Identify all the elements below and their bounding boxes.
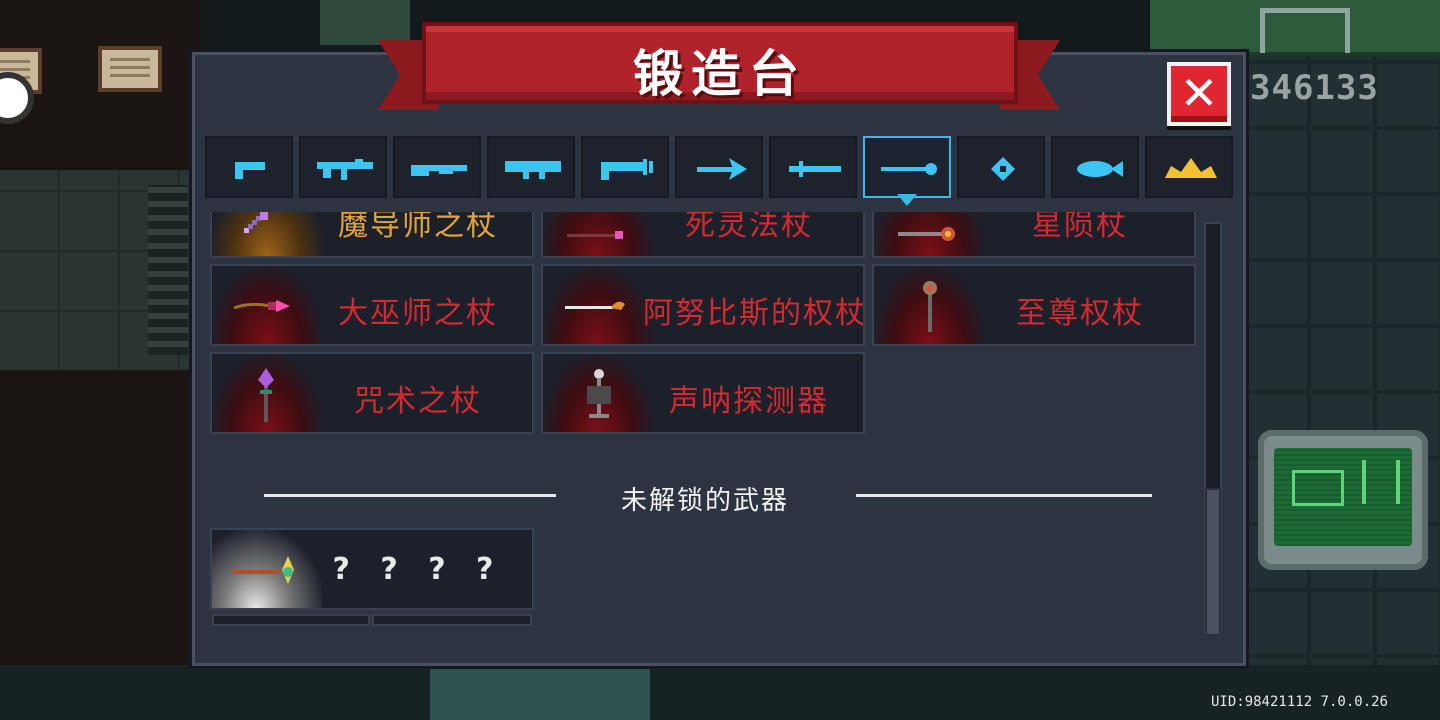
scrollbar-thumb[interactable] (1205, 488, 1221, 636)
score-counter: 346133 (1250, 68, 1379, 108)
bottom-floor-light (430, 668, 650, 720)
pistol-icon (235, 162, 265, 179)
weapon-name: 咒术之杖 (354, 384, 482, 419)
meteor-staff-icon (898, 227, 955, 241)
tab-bow[interactable] (675, 136, 763, 198)
tab-fish[interactable] (1051, 136, 1139, 198)
tab-special[interactable] (1145, 136, 1233, 198)
tab-launcher[interactable] (487, 136, 575, 198)
panel-title: 锻造台 (633, 45, 807, 103)
sword-icon (789, 161, 841, 177)
necro-staff-icon (567, 231, 623, 239)
tab-laser-gun[interactable] (581, 136, 669, 198)
top-wall-decoration (320, 0, 410, 45)
mage-staff-icon (244, 212, 268, 233)
locked-weapon-card[interactable]: ? ? ? ? (210, 528, 534, 610)
section-divider-right (856, 494, 1152, 497)
sonar-detector-icon (587, 369, 611, 418)
tab-shuriken[interactable] (957, 136, 1045, 198)
green-machine (1150, 0, 1440, 56)
archmage-staff-icon (233, 300, 290, 312)
weapon-card[interactable]: 大巫师之杖 (210, 264, 534, 346)
card-footer-bar (212, 614, 370, 626)
fish-icon (1077, 161, 1123, 177)
title-ribbon: 锻造台 (422, 22, 1018, 104)
weapon-category-tabs (205, 136, 1235, 198)
wall-notice-board (98, 46, 162, 92)
section-divider-left (264, 494, 556, 497)
locked-weapon-name: ? ? ? ? (332, 552, 504, 587)
weapon-card[interactable]: 星陨杖 (872, 212, 1196, 258)
shuriken-icon (991, 157, 1015, 181)
anubis-scepter-icon (565, 301, 625, 310)
weapon-name: 星陨杖 (1032, 212, 1128, 243)
computer-terminal[interactable] (1258, 430, 1428, 570)
tab-rifle[interactable] (299, 136, 387, 198)
tab-sword[interactable] (769, 136, 857, 198)
weapon-name: 声呐探测器 (669, 384, 829, 419)
weapon-name: 大巫师之杖 (338, 296, 498, 331)
staff-icon (881, 163, 937, 175)
active-tab-indicator (897, 194, 917, 206)
close-icon: ✕ (1179, 66, 1219, 120)
tab-staff[interactable] (863, 136, 951, 198)
weapon-name: 魔导师之杖 (338, 212, 498, 243)
weapon-name: 死灵法杖 (685, 212, 813, 243)
card-footer-bar (372, 614, 532, 626)
uid-version-label: UID:98421112 7.0.0.26 (1210, 694, 1388, 710)
bow-icon (697, 158, 747, 180)
curse-staff-icon (258, 368, 274, 422)
terminal-screen (1274, 448, 1412, 546)
crown-icon (1165, 158, 1217, 178)
weapon-card[interactable]: 魔导师之杖 (210, 212, 534, 258)
shotgun-icon (411, 165, 467, 176)
launcher-icon (505, 161, 561, 179)
weapon-card[interactable]: 声呐探测器 (541, 352, 865, 434)
right-room-floor (1245, 0, 1440, 720)
supreme-scepter-icon (923, 281, 937, 332)
unknown-staff-icon (232, 556, 294, 584)
locked-section-title: 未解锁的武器 (620, 486, 789, 516)
tab-pistol[interactable] (205, 136, 293, 198)
weapon-name: 至尊权杖 (1016, 296, 1144, 331)
left-vent (148, 185, 188, 355)
weapon-name: 阿努比斯的权杖 (643, 296, 865, 331)
weapon-card[interactable]: 阿努比斯的权杖 (541, 264, 865, 346)
weapon-card[interactable]: 死灵法杖 (541, 212, 865, 258)
weapon-card[interactable]: 至尊权杖 (872, 264, 1196, 346)
weapon-card[interactable]: 咒术之杖 (210, 352, 534, 434)
bottom-floor (0, 665, 1440, 720)
laser-gun-icon (601, 159, 653, 180)
rifle-icon (317, 159, 373, 180)
close-button[interactable]: ✕ (1167, 62, 1231, 126)
tab-shotgun[interactable] (393, 136, 481, 198)
